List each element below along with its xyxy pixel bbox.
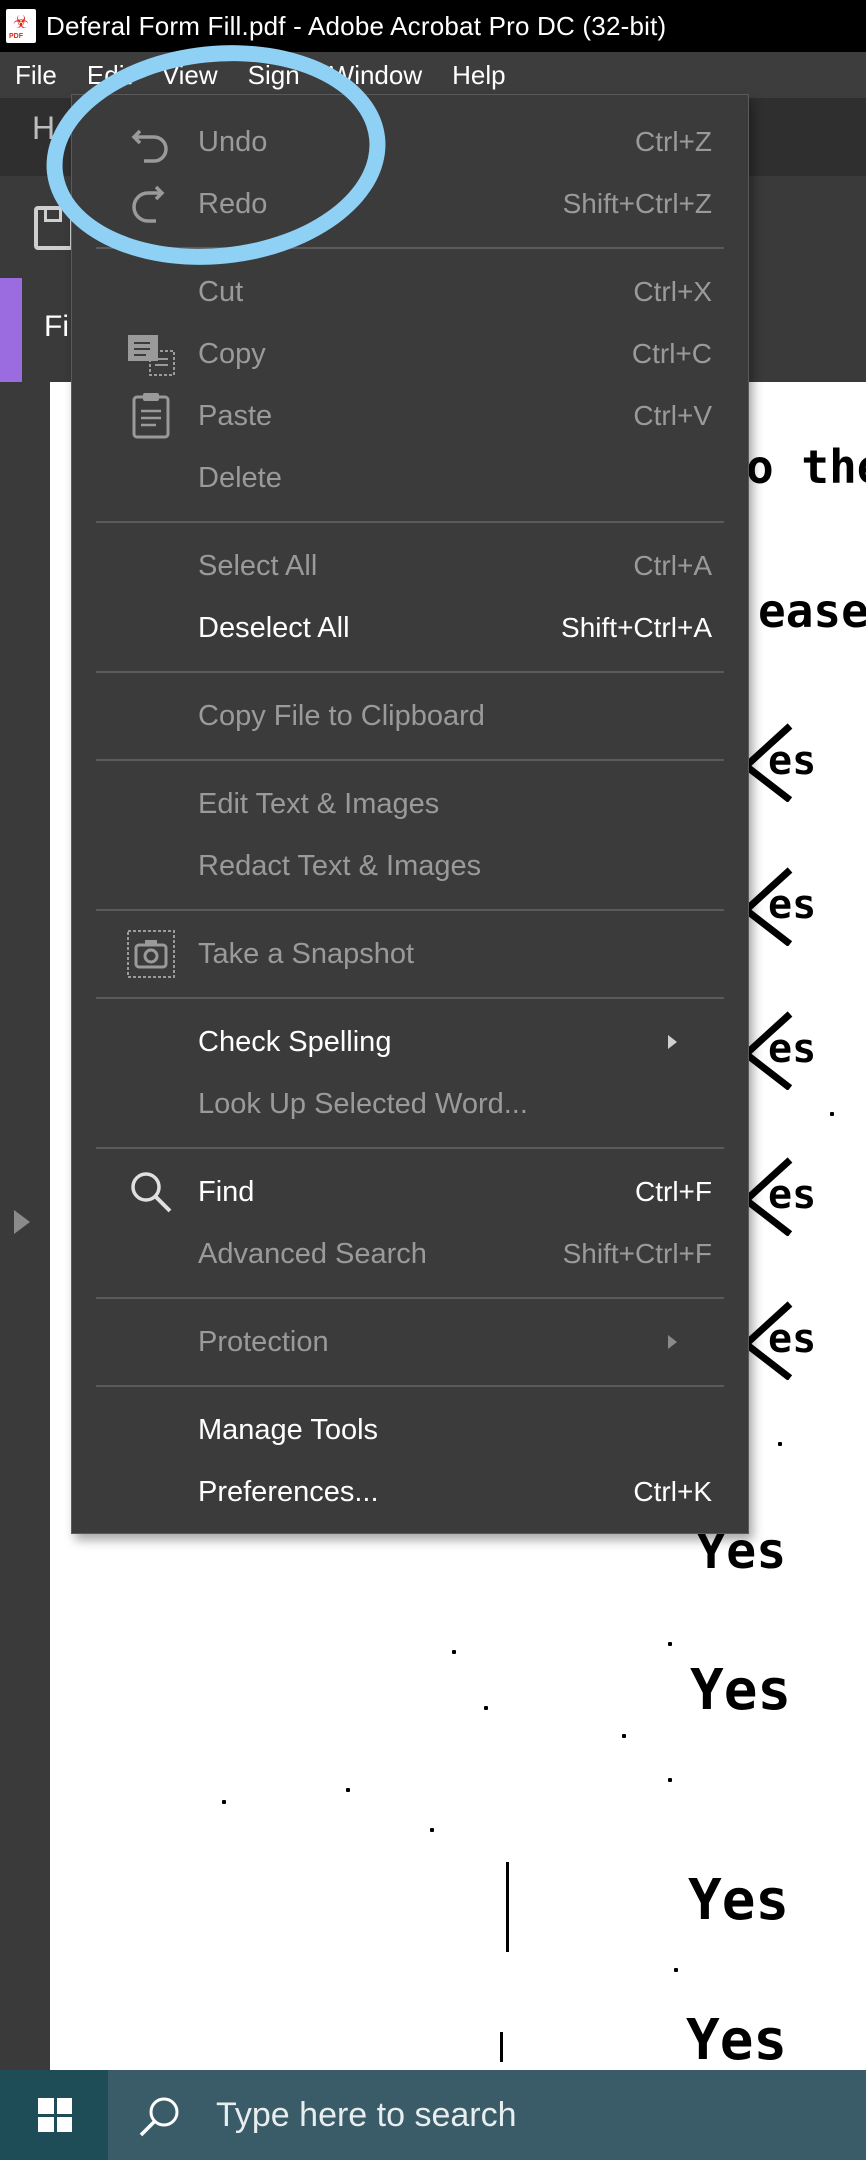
menu-item-label: Look Up Selected Word... xyxy=(198,1087,528,1120)
doc-text-fragment: ease xyxy=(758,584,866,638)
copy-icon xyxy=(128,335,175,376)
menu-item-protection[interactable]: Protection xyxy=(72,1313,748,1371)
menu-item-label: Advanced Search xyxy=(198,1237,427,1270)
menu-item-shortcut: Ctrl+V xyxy=(633,400,712,431)
tab-accent xyxy=(0,278,22,382)
menu-item-label: Find xyxy=(198,1175,255,1208)
menu-item-label: Copy xyxy=(198,337,266,370)
start-button[interactable] xyxy=(0,2070,108,2160)
scan-speck xyxy=(668,1642,672,1646)
document-tab[interactable]: Fi xyxy=(44,310,69,344)
menu-item-edit-text-images[interactable]: Edit Text & Images xyxy=(72,775,748,833)
menu-help[interactable]: Help xyxy=(437,60,520,91)
menu-item-check-spelling[interactable]: Check Spelling xyxy=(72,1013,748,1071)
menu-separator xyxy=(96,909,724,911)
menu-item-advanced-search[interactable]: Advanced Search Shift+Ctrl+F xyxy=(72,1225,748,1283)
menu-item-label: Check Spelling xyxy=(198,1025,392,1058)
menu-item-deselect-all[interactable]: Deselect All Shift+Ctrl+A xyxy=(72,599,748,657)
scan-speck xyxy=(674,1968,678,1972)
menu-item-shortcut: Ctrl+K xyxy=(633,1476,712,1507)
edit-menu-dropdown: Undo Ctrl+Z Redo Shift+Ctrl+Z Cut Ctrl+X… xyxy=(71,94,749,1534)
menu-item-copy[interactable]: Copy Ctrl+C xyxy=(72,325,748,383)
scan-speck xyxy=(668,1778,672,1782)
menu-item-shortcut: Shift+Ctrl+Z xyxy=(562,188,712,219)
menu-item-shortcut: Ctrl+F xyxy=(635,1176,712,1207)
window-title: Deferal Form Fill.pdf - Adobe Acrobat Pr… xyxy=(46,10,667,41)
scan-speck xyxy=(430,1828,434,1832)
scan-line xyxy=(500,2032,503,2062)
menu-item-preferences[interactable]: Preferences... Ctrl+K xyxy=(72,1463,748,1521)
scan-speck xyxy=(222,1800,226,1804)
expand-panel-arrow-icon[interactable] xyxy=(14,1210,30,1234)
taskbar-search-box[interactable]: Type here to search xyxy=(108,2070,866,2160)
search-placeholder: Type here to search xyxy=(216,2095,517,2134)
menu-item-label: Take a Snapshot xyxy=(198,937,415,970)
menu-separator xyxy=(96,1297,724,1299)
doc-text-fragment: Yes xyxy=(686,2008,788,2070)
search-icon xyxy=(139,2097,179,2137)
menu-item-label: Manage Tools xyxy=(198,1413,379,1446)
menu-item-label: Copy File to Clipboard xyxy=(198,699,485,732)
doc-text-fragment: Yes xyxy=(688,1868,790,1933)
menu-separator xyxy=(96,759,724,761)
menu-item-label: Select All xyxy=(198,549,318,582)
scan-line xyxy=(506,1862,509,1952)
scan-speck xyxy=(778,1442,782,1446)
menu-item-shortcut: Ctrl+C xyxy=(631,338,712,369)
submenu-arrow-icon xyxy=(668,1335,677,1349)
menu-item-redact-text-images[interactable]: Redact Text & Images xyxy=(72,837,748,895)
menu-item-shortcut: Shift+Ctrl+F xyxy=(562,1238,712,1269)
camera-icon xyxy=(127,930,175,978)
scan-speck xyxy=(622,1734,626,1738)
left-panel-rail xyxy=(0,382,50,2070)
acrobat-pdf-icon: ☣ PDF xyxy=(6,9,36,43)
menu-item-label: Edit Text & Images xyxy=(198,787,440,820)
menu-item-shortcut: Shift+Ctrl+A xyxy=(561,612,712,643)
title-bar: ☣ PDF Deferal Form Fill.pdf - Adobe Acro… xyxy=(0,0,866,52)
menu-item-label: Paste xyxy=(198,399,273,432)
windows-taskbar: Type here to search xyxy=(0,2070,866,2160)
menu-item-select-all[interactable]: Select All Ctrl+A xyxy=(72,537,748,595)
menu-item-label: Redact Text & Images xyxy=(198,849,482,882)
doc-text-fragment: o the xyxy=(746,440,866,494)
menu-separator xyxy=(96,997,724,999)
menu-item-label: Preferences... xyxy=(198,1475,379,1508)
menu-separator xyxy=(96,671,724,673)
submenu-arrow-icon xyxy=(668,1035,677,1049)
menu-separator xyxy=(96,1147,724,1149)
menu-item-label: Deselect All xyxy=(198,611,350,644)
scan-speck xyxy=(484,1706,488,1710)
menu-item-find[interactable]: Find Ctrl+F xyxy=(72,1163,748,1221)
paste-icon xyxy=(132,393,170,439)
menu-separator xyxy=(96,521,724,523)
menu-item-shortcut: Ctrl+A xyxy=(633,550,712,581)
menu-item-take-snapshot[interactable]: Take a Snapshot xyxy=(72,925,748,983)
menu-item-look-up-selected-word[interactable]: Look Up Selected Word... xyxy=(72,1075,748,1133)
scan-speck xyxy=(452,1650,456,1654)
menu-file[interactable]: File xyxy=(0,60,72,91)
doc-text-fragment: Yes xyxy=(690,1658,792,1723)
windows-logo-icon xyxy=(38,2098,72,2132)
menu-item-shortcut: Ctrl+X xyxy=(633,276,712,307)
menu-item-shortcut: Ctrl+Z xyxy=(635,126,712,157)
menu-item-copy-file-to-clipboard[interactable]: Copy File to Clipboard xyxy=(72,687,748,745)
menu-item-label: Protection xyxy=(198,1325,329,1358)
menu-separator xyxy=(96,1385,724,1387)
menu-item-delete[interactable]: Delete xyxy=(72,449,748,507)
menu-item-label: Cut xyxy=(198,275,244,308)
scan-speck xyxy=(830,1112,834,1116)
scan-speck xyxy=(346,1788,350,1792)
menu-item-manage-tools[interactable]: Manage Tools xyxy=(72,1401,748,1459)
menu-item-cut[interactable]: Cut Ctrl+X xyxy=(72,263,748,321)
menu-item-label: Delete xyxy=(198,461,282,494)
search-icon xyxy=(131,1172,172,1213)
menu-item-paste[interactable]: Paste Ctrl+V xyxy=(72,387,748,445)
